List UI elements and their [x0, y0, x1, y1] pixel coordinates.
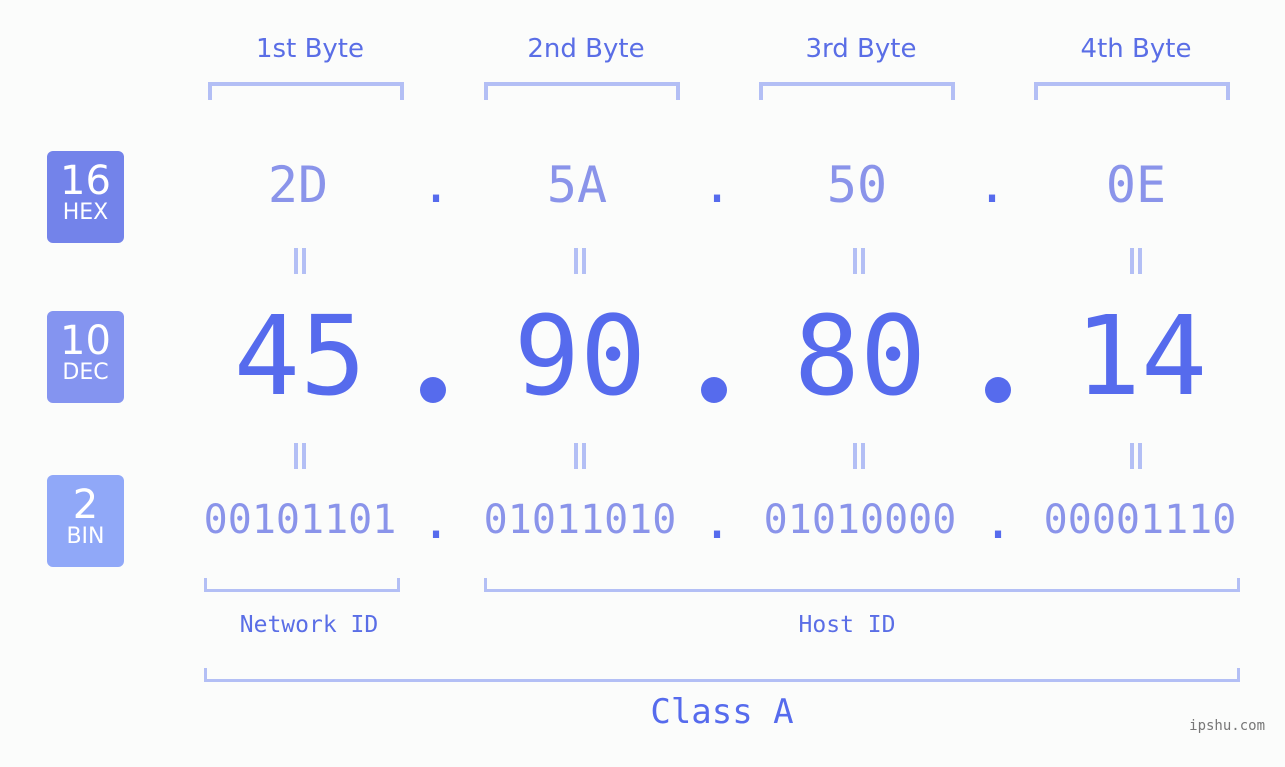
- hex-separator-3: .: [977, 156, 1008, 214]
- hex-badge-number: 16: [60, 158, 111, 204]
- byte-label-1: 1st Byte: [256, 34, 364, 64]
- network-id-label: Network ID: [239, 612, 379, 638]
- hex-value-2: 5A: [546, 156, 608, 214]
- byte-label-4: 4th Byte: [1080, 34, 1192, 64]
- dec-separator-1: [420, 377, 446, 403]
- byte-label-3: 3rd Byte: [805, 34, 917, 64]
- hex-separator-1: .: [421, 156, 452, 214]
- bin-badge: 2 BIN: [47, 475, 124, 567]
- dec-value-4: 14: [1074, 292, 1208, 420]
- dec-value-3: 80: [793, 292, 927, 420]
- bin-separator-3: .: [983, 492, 1014, 550]
- host-id-label: Host ID: [798, 612, 896, 638]
- byte-bracket-3: [759, 82, 955, 100]
- hex-value-4: 0E: [1105, 156, 1167, 214]
- bin-badge-number: 2: [72, 482, 99, 528]
- hex-value-3: 50: [826, 156, 888, 214]
- dec-badge-number: 10: [60, 318, 111, 364]
- byte-label-2: 2nd Byte: [527, 34, 645, 64]
- hex-badge-label: HEX: [62, 200, 109, 225]
- dec-value-1: 45: [233, 292, 367, 420]
- network-id-bracket: [204, 578, 400, 592]
- equals-mark: [853, 443, 865, 469]
- dec-badge-label: DEC: [62, 360, 109, 385]
- bin-value-3: 01010000: [763, 497, 957, 543]
- class-bracket: [204, 668, 1240, 682]
- equals-mark: [294, 248, 306, 274]
- hex-separator-2: .: [702, 156, 733, 214]
- equals-mark: [853, 248, 865, 274]
- bin-separator-2: .: [702, 492, 733, 550]
- equals-mark: [574, 443, 586, 469]
- equals-mark: [574, 248, 586, 274]
- bin-value-2: 01011010: [483, 497, 677, 543]
- byte-bracket-2: [484, 82, 680, 100]
- bin-separator-1: .: [421, 492, 452, 550]
- equals-mark: [1130, 248, 1142, 274]
- byte-bracket-1: [208, 82, 404, 100]
- watermark: ipshu.com: [1189, 718, 1265, 734]
- hex-badge: 16 HEX: [47, 151, 124, 243]
- byte-bracket-4: [1034, 82, 1230, 100]
- hex-value-1: 2D: [267, 156, 329, 214]
- dec-separator-2: [701, 377, 727, 403]
- equals-mark: [294, 443, 306, 469]
- bin-value-1: 00101101: [203, 497, 397, 543]
- dec-badge: 10 DEC: [47, 311, 124, 403]
- bin-value-4: 00001110: [1043, 497, 1237, 543]
- dec-separator-3: [985, 377, 1011, 403]
- host-id-bracket: [484, 578, 1240, 592]
- class-label: Class A: [650, 692, 794, 732]
- bin-badge-label: BIN: [66, 524, 105, 549]
- equals-mark: [1130, 443, 1142, 469]
- dec-value-2: 90: [513, 292, 647, 420]
